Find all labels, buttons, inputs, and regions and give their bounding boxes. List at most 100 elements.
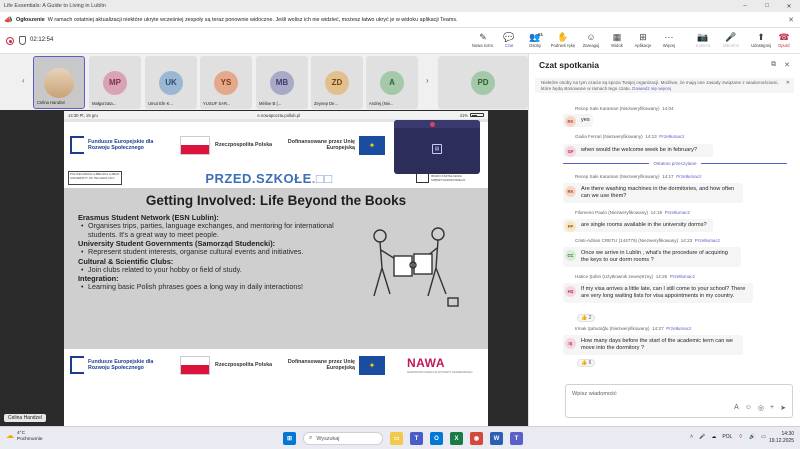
emoji-icon[interactable]: ☺ (745, 404, 752, 412)
chrome-icon[interactable]: ◉ (470, 432, 483, 445)
translate-link[interactable]: Przetłumacz (665, 210, 690, 215)
poland-logo: Rzeczpospolita Polska (180, 135, 285, 155)
chevron-up-icon[interactable]: ˄ (690, 434, 693, 440)
fe-logo-icon (70, 136, 84, 154)
phone-battery-text: 41% (459, 112, 468, 118)
chevron-left-icon[interactable]: ‹ (22, 76, 25, 85)
raise-hand-button[interactable]: ✋ Podnieś rękę (548, 31, 578, 53)
message-text: If my visa arrives a little late, can I … (563, 283, 753, 304)
leave-button[interactable]: ☎ Opuść (772, 31, 796, 53)
presenter-overlay[interactable]: ▤ (394, 120, 480, 174)
recording-icon (6, 37, 14, 45)
new-message-button[interactable]: ✎ Nowa rozm. (470, 31, 496, 53)
language-indicator[interactable]: POL (722, 434, 732, 440)
translate-link[interactable]: Przetłumacz (670, 274, 695, 279)
puzzle-people-illustration (373, 227, 459, 307)
external-notice: Niektóre osoby na tym czacie są spoza Tw… (535, 78, 794, 94)
funding-logos-bottom: Fundusze Europejskie dla Rozwoju Społecz… (64, 349, 488, 381)
learn-more-link[interactable]: Dowiedz się więcej (632, 86, 671, 91)
battery-icon (470, 113, 484, 117)
chat-title: Czat spotkania (539, 60, 599, 70)
popout-icon[interactable]: ⧉ (771, 61, 776, 69)
message-list: Recep Saki Karaman (Niezweryfikowany) 14… (529, 104, 800, 386)
translate-link[interactable]: Przetłumacz (676, 174, 701, 179)
view-button[interactable]: ▦ Widok (604, 31, 630, 53)
window-title: Life Essentials: A Guide to Living in Lu… (4, 3, 106, 9)
participant-tile[interactable]: Celina Handzel (33, 56, 85, 109)
phone-hangup-icon: ☎ (778, 32, 790, 42)
close-notice-icon[interactable]: ✕ (786, 80, 790, 87)
translate-link[interactable]: Przetłumacz (695, 238, 720, 243)
add-icon[interactable]: + (770, 404, 774, 412)
volume-icon[interactable]: 🔊 (749, 434, 755, 440)
file-explorer-icon[interactable]: ▭ (390, 432, 403, 445)
eu-funds-logo: Fundusze Europejskie dla Rozwoju Społecz… (70, 136, 180, 154)
close-announcement-icon[interactable]: ✕ (788, 16, 794, 24)
mic-tray-icon[interactable]: 🎤 (699, 434, 705, 440)
mic-button[interactable]: 🎤 Mikrofon (716, 31, 746, 53)
fe-logo-icon (70, 356, 84, 374)
eu-logo: Dofinansowane przez Unię Europejską ✦ (285, 135, 385, 155)
avatar: YS (214, 70, 238, 95)
meeting-timer: 02:12:54 (30, 37, 54, 43)
format-icon[interactable]: A (734, 404, 739, 412)
message-text: when would the welcome week be in februa… (563, 144, 713, 158)
avatar: RK (565, 186, 576, 197)
participant-tile[interactable]: YS YUSUF SAR... (200, 56, 252, 109)
polish-flag-icon (180, 135, 210, 155)
teams-icon[interactable]: T (410, 432, 423, 445)
teams-active-icon[interactable]: T (510, 432, 523, 445)
close-chat-icon[interactable]: ✕ (784, 61, 790, 69)
presentation-slide: POLITECHNIKA LUBELSKA LUBLIN UNIVERSITY … (64, 168, 488, 349)
windows-start-icon[interactable]: ⊞ (283, 432, 296, 445)
apps-button[interactable]: ⊞ Aplikacje (630, 31, 656, 53)
message-compose[interactable]: Wpisz wiadomość A ☺ ◎ + ➤ (565, 384, 793, 418)
excel-icon[interactable]: X (450, 432, 463, 445)
translate-link[interactable]: Przetłumacz (659, 134, 684, 139)
wifi-icon[interactable]: ⌔ (738, 434, 743, 440)
outlook-icon[interactable]: O (430, 432, 443, 445)
announcement-label: Ogłoszenie (16, 16, 45, 23)
participant-tile[interactable]: MB Méline B (... (256, 56, 308, 109)
gif-icon[interactable]: ◎ (758, 404, 764, 412)
react-button[interactable]: ☺ Zareaguj (578, 31, 604, 53)
message-text: How many days before the start of the ac… (563, 335, 743, 356)
send-icon[interactable]: ➤ (780, 404, 786, 412)
reaction-badge[interactable]: 👍 6 (577, 359, 596, 367)
more-button[interactable]: ⋯ Więcej (656, 31, 682, 53)
participant-tile[interactable]: UK Umut Efe K... (145, 56, 197, 109)
meeting-toolbar: 02:12:54 ✎ Nowa rozm. 💬 Czat 👥 61 Osoby ✋ Pod… (0, 28, 800, 56)
avatar: FP (565, 221, 576, 232)
hand-icon: ✋ (557, 32, 569, 42)
taskbar-search[interactable]: ⌕ Wyszukaj (303, 432, 383, 445)
participant-tile[interactable]: ZD Zeynep De... (311, 56, 363, 109)
participant-tile[interactable]: A Andrej (Nie... (366, 56, 418, 109)
shield-icon[interactable] (19, 36, 26, 45)
camera-button[interactable]: 📷 Kamera (690, 31, 716, 53)
message-text: are single rooms available in the univer… (563, 219, 713, 233)
weather-widget[interactable]: ☁ 4°C Pochmurnie (6, 431, 43, 443)
avatar: PD (471, 70, 495, 95)
compose-icon: ✎ (479, 32, 487, 42)
taskbar-clock[interactable]: 14:30 19.12.2025 (769, 431, 794, 445)
chevron-right-icon[interactable]: › (426, 76, 429, 85)
apps-icon: ⊞ (639, 32, 647, 42)
reaction-badge[interactable]: 👍 2 (577, 314, 596, 322)
minimize-icon[interactable]: – (734, 0, 756, 12)
chat-button[interactable]: 💬 Czat (496, 31, 522, 56)
section-bullet: Represent student interests, organise cu… (78, 248, 350, 257)
cloud-tray-icon[interactable]: ☁ (711, 434, 716, 440)
close-icon[interactable]: ✕ (778, 0, 800, 12)
translate-link[interactable]: Przetłumacz (666, 326, 691, 331)
participant-tile[interactable]: PD (438, 56, 528, 109)
avatar: ZD (325, 70, 349, 95)
maximize-icon[interactable]: □ (756, 0, 778, 12)
eu-flag-icon: ✦ (359, 135, 385, 155)
grid-icon: ▦ (612, 32, 622, 42)
word-icon[interactable]: W (490, 432, 503, 445)
participant-tile[interactable]: MP Małgorzata... (89, 56, 141, 109)
eu-funds-logo: Fundusze Europejskie dla Rozwoju Społecz… (70, 356, 180, 374)
avatar: GF (565, 146, 576, 157)
battery-tray-icon[interactable]: ▭ (761, 434, 766, 440)
people-button[interactable]: 👥 61 Osoby (522, 31, 548, 53)
